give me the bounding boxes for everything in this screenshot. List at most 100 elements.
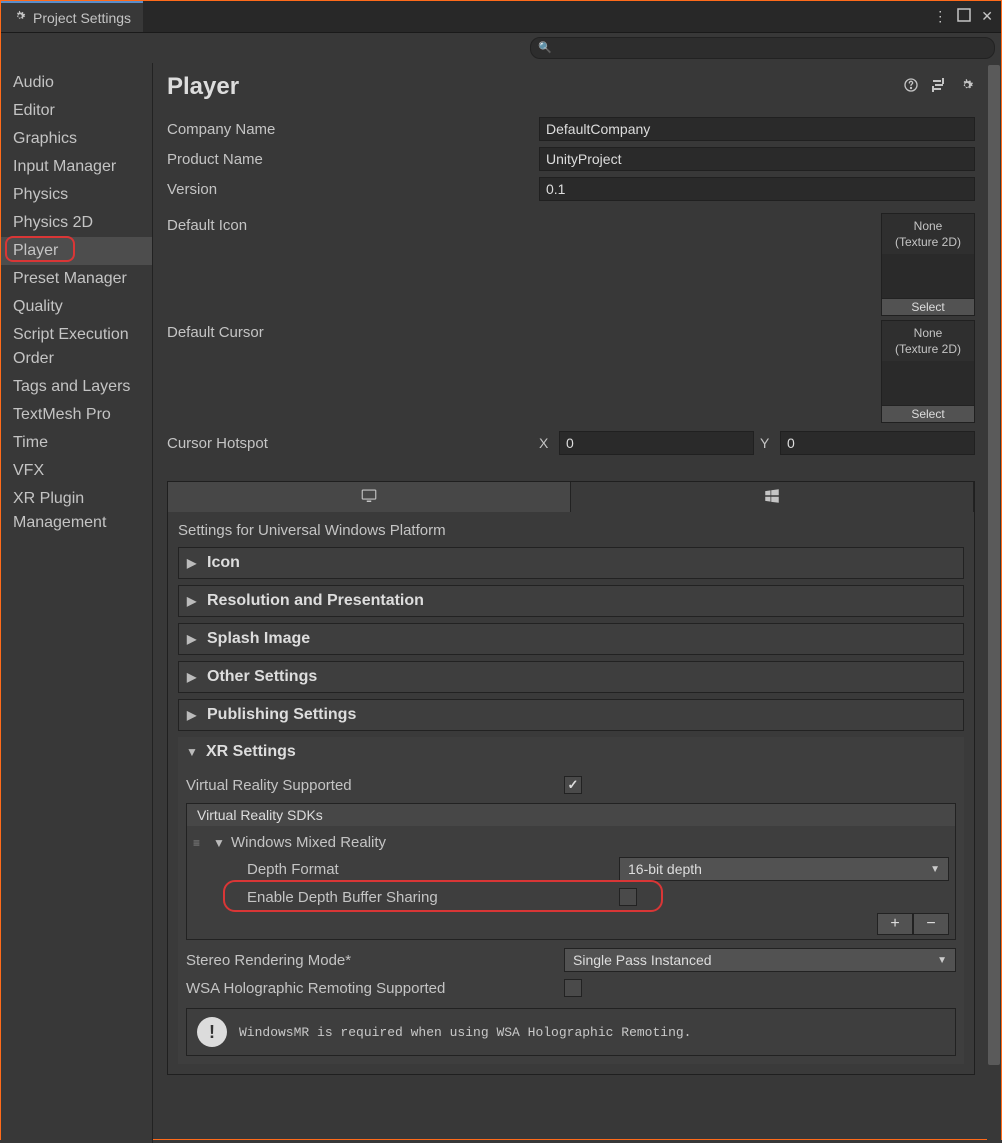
sidebar-item-vfx[interactable]: VFX (1, 457, 152, 485)
sidebar-item-label: Script Execution Order (13, 326, 129, 367)
sidebar-item-label: Time (13, 434, 48, 451)
sidebar-item-graphics[interactable]: Graphics (1, 125, 152, 153)
foldout-header[interactable]: ▶ Icon (179, 548, 963, 578)
depth-format-dropdown[interactable]: 16-bit depth ▼ (619, 857, 949, 881)
sidebar-item-label: Physics 2D (13, 214, 93, 231)
sidebar-item-physics[interactable]: Physics (1, 181, 152, 209)
depth-format-label: Depth Format (247, 861, 619, 878)
scrollbar-thumb[interactable] (988, 65, 1000, 1065)
sidebar-item-tags-and-layers[interactable]: Tags and Layers (1, 373, 152, 401)
foldout-label: Splash Image (207, 630, 310, 648)
hotspot-x-label: X (539, 435, 553, 451)
close-icon[interactable]: ✕ (981, 8, 993, 25)
sdk-add-button[interactable]: + (877, 913, 913, 935)
sidebar-item-label: Preset Manager (13, 270, 127, 287)
sidebar-item-quality[interactable]: Quality (1, 293, 152, 321)
player-settings-panel: Player Company Name Pro (153, 63, 987, 1143)
asset-select-button[interactable]: Select (882, 405, 974, 422)
platform-header: Settings for Universal Windows Platform (168, 512, 974, 547)
kebab-menu-icon[interactable]: ⋮ (933, 8, 947, 25)
default-icon-label: Default Icon (167, 213, 539, 234)
window-controls: ⋮ ✕ (933, 1, 1001, 32)
asset-type: (Texture 2D) (895, 342, 961, 356)
foldout-label: Other Settings (207, 668, 317, 686)
foldout-label: Resolution and Presentation (207, 592, 424, 610)
sidebar-item-input-manager[interactable]: Input Manager (1, 153, 152, 181)
sdk-item-wmr[interactable]: ≡ ▼ Windows Mixed Reality (193, 830, 949, 855)
company-name-input[interactable] (539, 117, 975, 141)
page-title: Player (167, 73, 239, 101)
foldout-header[interactable]: ▶ Publishing Settings (179, 700, 963, 730)
monitor-icon (360, 487, 378, 508)
window-tab-bar: Project Settings ⋮ ✕ (1, 1, 1001, 33)
product-name-input[interactable] (539, 147, 975, 171)
sidebar-item-label: Input Manager (13, 158, 116, 175)
drag-handle-icon[interactable]: ≡ (193, 836, 207, 850)
foldout-header[interactable]: ▶ Splash Image (179, 624, 963, 654)
platform-tab-uwp[interactable] (571, 482, 974, 512)
chevron-right-icon: ▶ (187, 594, 199, 608)
sidebar-item-physics-2d[interactable]: Physics 2D (1, 209, 152, 237)
asset-preview (882, 361, 974, 405)
wsa-remoting-label: WSA Holographic Remoting Supported (186, 980, 564, 997)
asset-preview (882, 254, 974, 298)
chevron-right-icon: ▶ (187, 670, 199, 684)
sidebar-item-time[interactable]: Time (1, 429, 152, 457)
project-settings-tab[interactable]: Project Settings (1, 1, 143, 32)
maximize-icon[interactable] (957, 8, 971, 25)
foldout-label: Publishing Settings (207, 706, 356, 724)
sidebar-item-script-execution-order[interactable]: Script Execution Order (1, 321, 152, 373)
vr-sdk-header: Virtual Reality SDKs (187, 804, 955, 826)
platform-panel: Settings for Universal Windows Platform … (167, 481, 975, 1075)
wsa-remoting-checkbox[interactable] (564, 979, 582, 997)
hotspot-y-label: Y (760, 435, 774, 451)
sidebar-item-audio[interactable]: Audio (1, 69, 152, 97)
sidebar-item-label: Graphics (13, 130, 77, 147)
version-input[interactable] (539, 177, 975, 201)
platform-tab-standalone[interactable] (168, 482, 571, 512)
hotspot-x-input[interactable] (559, 431, 754, 455)
sidebar-item-label: Player (13, 242, 58, 259)
vr-sdk-list: Virtual Reality SDKs ≡ ▼ Windows Mixed R… (186, 803, 956, 940)
hotspot-y-input[interactable] (780, 431, 975, 455)
sidebar-item-label: Audio (13, 74, 54, 91)
sidebar-item-textmesh-pro[interactable]: TextMesh Pro (1, 401, 152, 429)
sdk-remove-button[interactable]: − (913, 913, 949, 935)
default-icon-asset-picker[interactable]: None (Texture 2D) Select (881, 213, 975, 316)
sidebar-item-player[interactable]: Player (1, 237, 152, 265)
depth-buffer-sharing-checkbox[interactable] (619, 888, 637, 906)
foldout-header[interactable]: ▼ XR Settings (178, 737, 964, 767)
vr-supported-label: Virtual Reality Supported (186, 777, 564, 794)
depth-buffer-sharing-label: Enable Depth Buffer Sharing (247, 889, 619, 906)
sidebar-item-label: XR Plugin Management (13, 490, 106, 531)
sidebar-item-xr-plugin-management[interactable]: XR Plugin Management (1, 485, 152, 537)
sidebar-item-label: TextMesh Pro (13, 406, 111, 423)
vr-supported-checkbox[interactable] (564, 776, 582, 794)
search-row: 🔍 (1, 33, 1001, 63)
default-cursor-label: Default Cursor (167, 320, 539, 341)
asset-select-button[interactable]: Select (882, 298, 974, 315)
help-icon[interactable] (903, 77, 919, 97)
asset-value: None (914, 326, 943, 340)
gear-icon[interactable] (959, 77, 975, 97)
default-cursor-asset-picker[interactable]: None (Texture 2D) Select (881, 320, 975, 423)
product-name-label: Product Name (167, 151, 539, 168)
vertical-scrollbar[interactable] (987, 63, 1001, 1143)
preset-icon[interactable] (931, 77, 947, 97)
gear-icon (13, 9, 27, 26)
sidebar-item-editor[interactable]: Editor (1, 97, 152, 125)
sidebar-item-label: Physics (13, 186, 68, 203)
foldout-other-settings: ▶ Other Settings (178, 661, 964, 693)
foldout-header[interactable]: ▶ Resolution and Presentation (179, 586, 963, 616)
info-box: ! WindowsMR is required when using WSA H… (186, 1008, 956, 1056)
foldout-header[interactable]: ▶ Other Settings (179, 662, 963, 692)
foldout-publishing-settings: ▶ Publishing Settings (178, 699, 964, 731)
stereo-mode-label: Stereo Rendering Mode* (186, 952, 564, 969)
foldout-resolution: ▶ Resolution and Presentation (178, 585, 964, 617)
chevron-down-icon: ▼ (213, 836, 225, 850)
chevron-right-icon: ▶ (187, 556, 199, 570)
sidebar-item-preset-manager[interactable]: Preset Manager (1, 265, 152, 293)
stereo-mode-dropdown[interactable]: Single Pass Instanced ▼ (564, 948, 956, 972)
sidebar-item-label: Tags and Layers (13, 378, 130, 395)
search-input[interactable] (530, 37, 995, 59)
